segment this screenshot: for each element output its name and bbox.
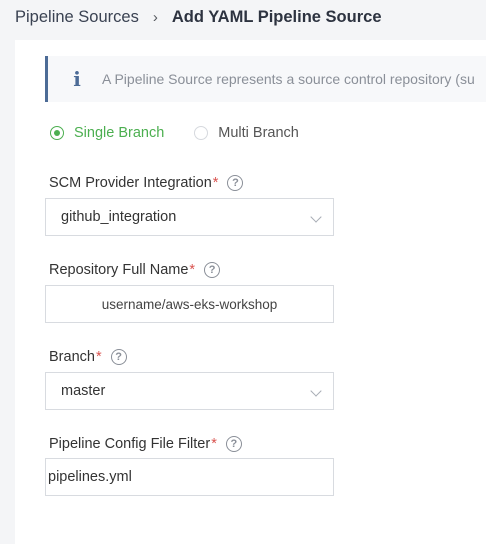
required-marker: *: [212, 175, 219, 191]
info-text: A Pipeline Source represents a source co…: [102, 71, 475, 87]
page-title: Add YAML Pipeline Source: [171, 7, 382, 26]
scm-provider-select[interactable]: github_integration: [45, 198, 334, 236]
multi-branch-radio[interactable]: Multi Branch: [194, 125, 299, 141]
radio-selected-icon[interactable]: [50, 126, 64, 140]
breadcrumb: Pipeline Sources › Add YAML Pipeline Sou…: [15, 6, 382, 28]
help-icon[interactable]: ?: [227, 175, 244, 191]
multi-branch-label: Multi Branch: [218, 125, 299, 141]
config-filter-input[interactable]: pipelines.yml: [45, 458, 334, 496]
radio-unselected-icon[interactable]: [194, 126, 209, 140]
single-branch-label: Single Branch: [74, 125, 165, 141]
required-marker: *: [95, 349, 102, 365]
scm-provider-value: github_integration: [61, 209, 177, 225]
branch-value: master: [61, 383, 106, 399]
info-icon: i: [73, 67, 81, 91]
repository-value: username/aws-eks-workshop: [101, 296, 278, 312]
branch-label: Branch * ?: [49, 349, 127, 365]
repository-input[interactable]: username/aws-eks-workshop: [45, 285, 334, 323]
help-icon[interactable]: ?: [204, 262, 221, 278]
breadcrumb-separator-icon: ›: [152, 8, 158, 26]
branch-label-text: Branch: [49, 349, 95, 365]
config-filter-value: pipelines.yml: [48, 469, 132, 485]
branch-select[interactable]: master: [45, 372, 334, 410]
form-card: i A Pipeline Source represents a source …: [15, 40, 486, 544]
info-banner: i A Pipeline Source represents a source …: [45, 56, 486, 102]
repository-label-text: Repository Full Name: [49, 262, 189, 278]
single-branch-radio[interactable]: Single Branch: [50, 125, 164, 141]
breadcrumb-pipeline-sources-link[interactable]: Pipeline Sources: [15, 8, 139, 27]
required-marker: *: [211, 436, 217, 452]
help-icon[interactable]: ?: [110, 349, 127, 365]
branch-mode-radio-group: Single Branch Multi Branch: [50, 125, 299, 141]
help-icon[interactable]: ?: [225, 436, 242, 452]
chevron-down-icon[interactable]: [310, 211, 322, 223]
chevron-down-icon[interactable]: [310, 385, 322, 397]
config-filter-label: Pipeline Config File Filter * ?: [49, 436, 242, 452]
scm-provider-label-text: SCM Provider Integration: [49, 175, 212, 191]
required-marker: *: [189, 262, 196, 278]
config-filter-label-text: Pipeline Config File Filter: [49, 436, 211, 452]
scm-provider-label: SCM Provider Integration * ?: [49, 175, 244, 191]
repository-label: Repository Full Name * ?: [49, 262, 221, 278]
